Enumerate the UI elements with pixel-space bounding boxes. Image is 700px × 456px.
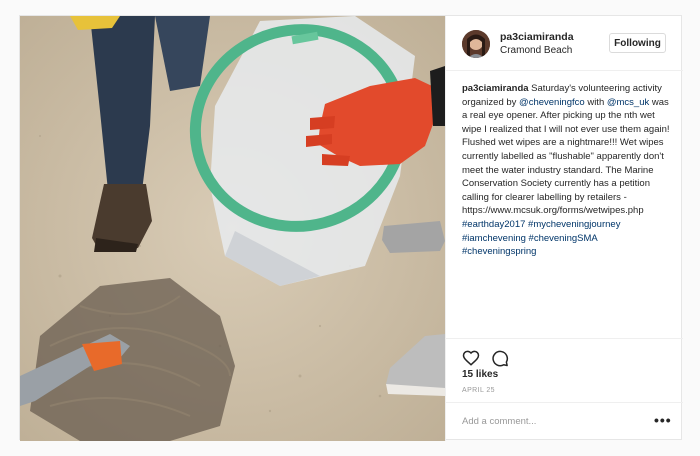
hashtag-link[interactable]: #cheveningspring (462, 246, 536, 257)
beach-cleanup-image (20, 16, 445, 441)
post-photo[interactable] (20, 16, 445, 441)
post-header: pa3ciamiranda Cramond Beach Following (446, 16, 683, 71)
caption: pa3ciamiranda Saturday's volunteering ac… (462, 82, 672, 259)
mention-link[interactable]: @mcs_uk (607, 97, 649, 108)
avatar[interactable] (462, 30, 490, 58)
caption-text: was a real eye opener. After picking up … (462, 96, 670, 217)
caption-username[interactable]: pa3ciamiranda (462, 83, 529, 94)
comment-bar: Add a comment... ••• (446, 402, 683, 442)
post-date: APRIL 25 (462, 387, 495, 394)
more-options-icon[interactable]: ••• (654, 412, 672, 428)
hashtag-link[interactable]: #iamchevening (462, 233, 526, 244)
comment-input[interactable]: Add a comment... (462, 416, 536, 427)
post-sidebar: pa3ciamiranda Cramond Beach Following pa… (445, 16, 683, 441)
post-card: pa3ciamiranda Cramond Beach Following pa… (19, 15, 683, 441)
action-bar (446, 338, 683, 367)
location[interactable]: Cramond Beach (500, 45, 572, 56)
hashtag-link[interactable]: #earthday2017 (462, 219, 525, 230)
hashtag-link[interactable]: #cheveningSMA (529, 233, 598, 244)
hashtag-link[interactable]: #mycheveningjourney (528, 219, 620, 230)
following-button[interactable]: Following (609, 33, 666, 53)
heart-icon[interactable] (462, 349, 480, 367)
mention-link[interactable]: @cheveningfco (519, 97, 585, 108)
caption-text: with (584, 96, 607, 108)
comment-icon[interactable] (491, 349, 509, 367)
username[interactable]: pa3ciamiranda (500, 31, 574, 43)
likes-count[interactable]: 15 likes (462, 369, 498, 380)
avatar-image (462, 30, 490, 58)
